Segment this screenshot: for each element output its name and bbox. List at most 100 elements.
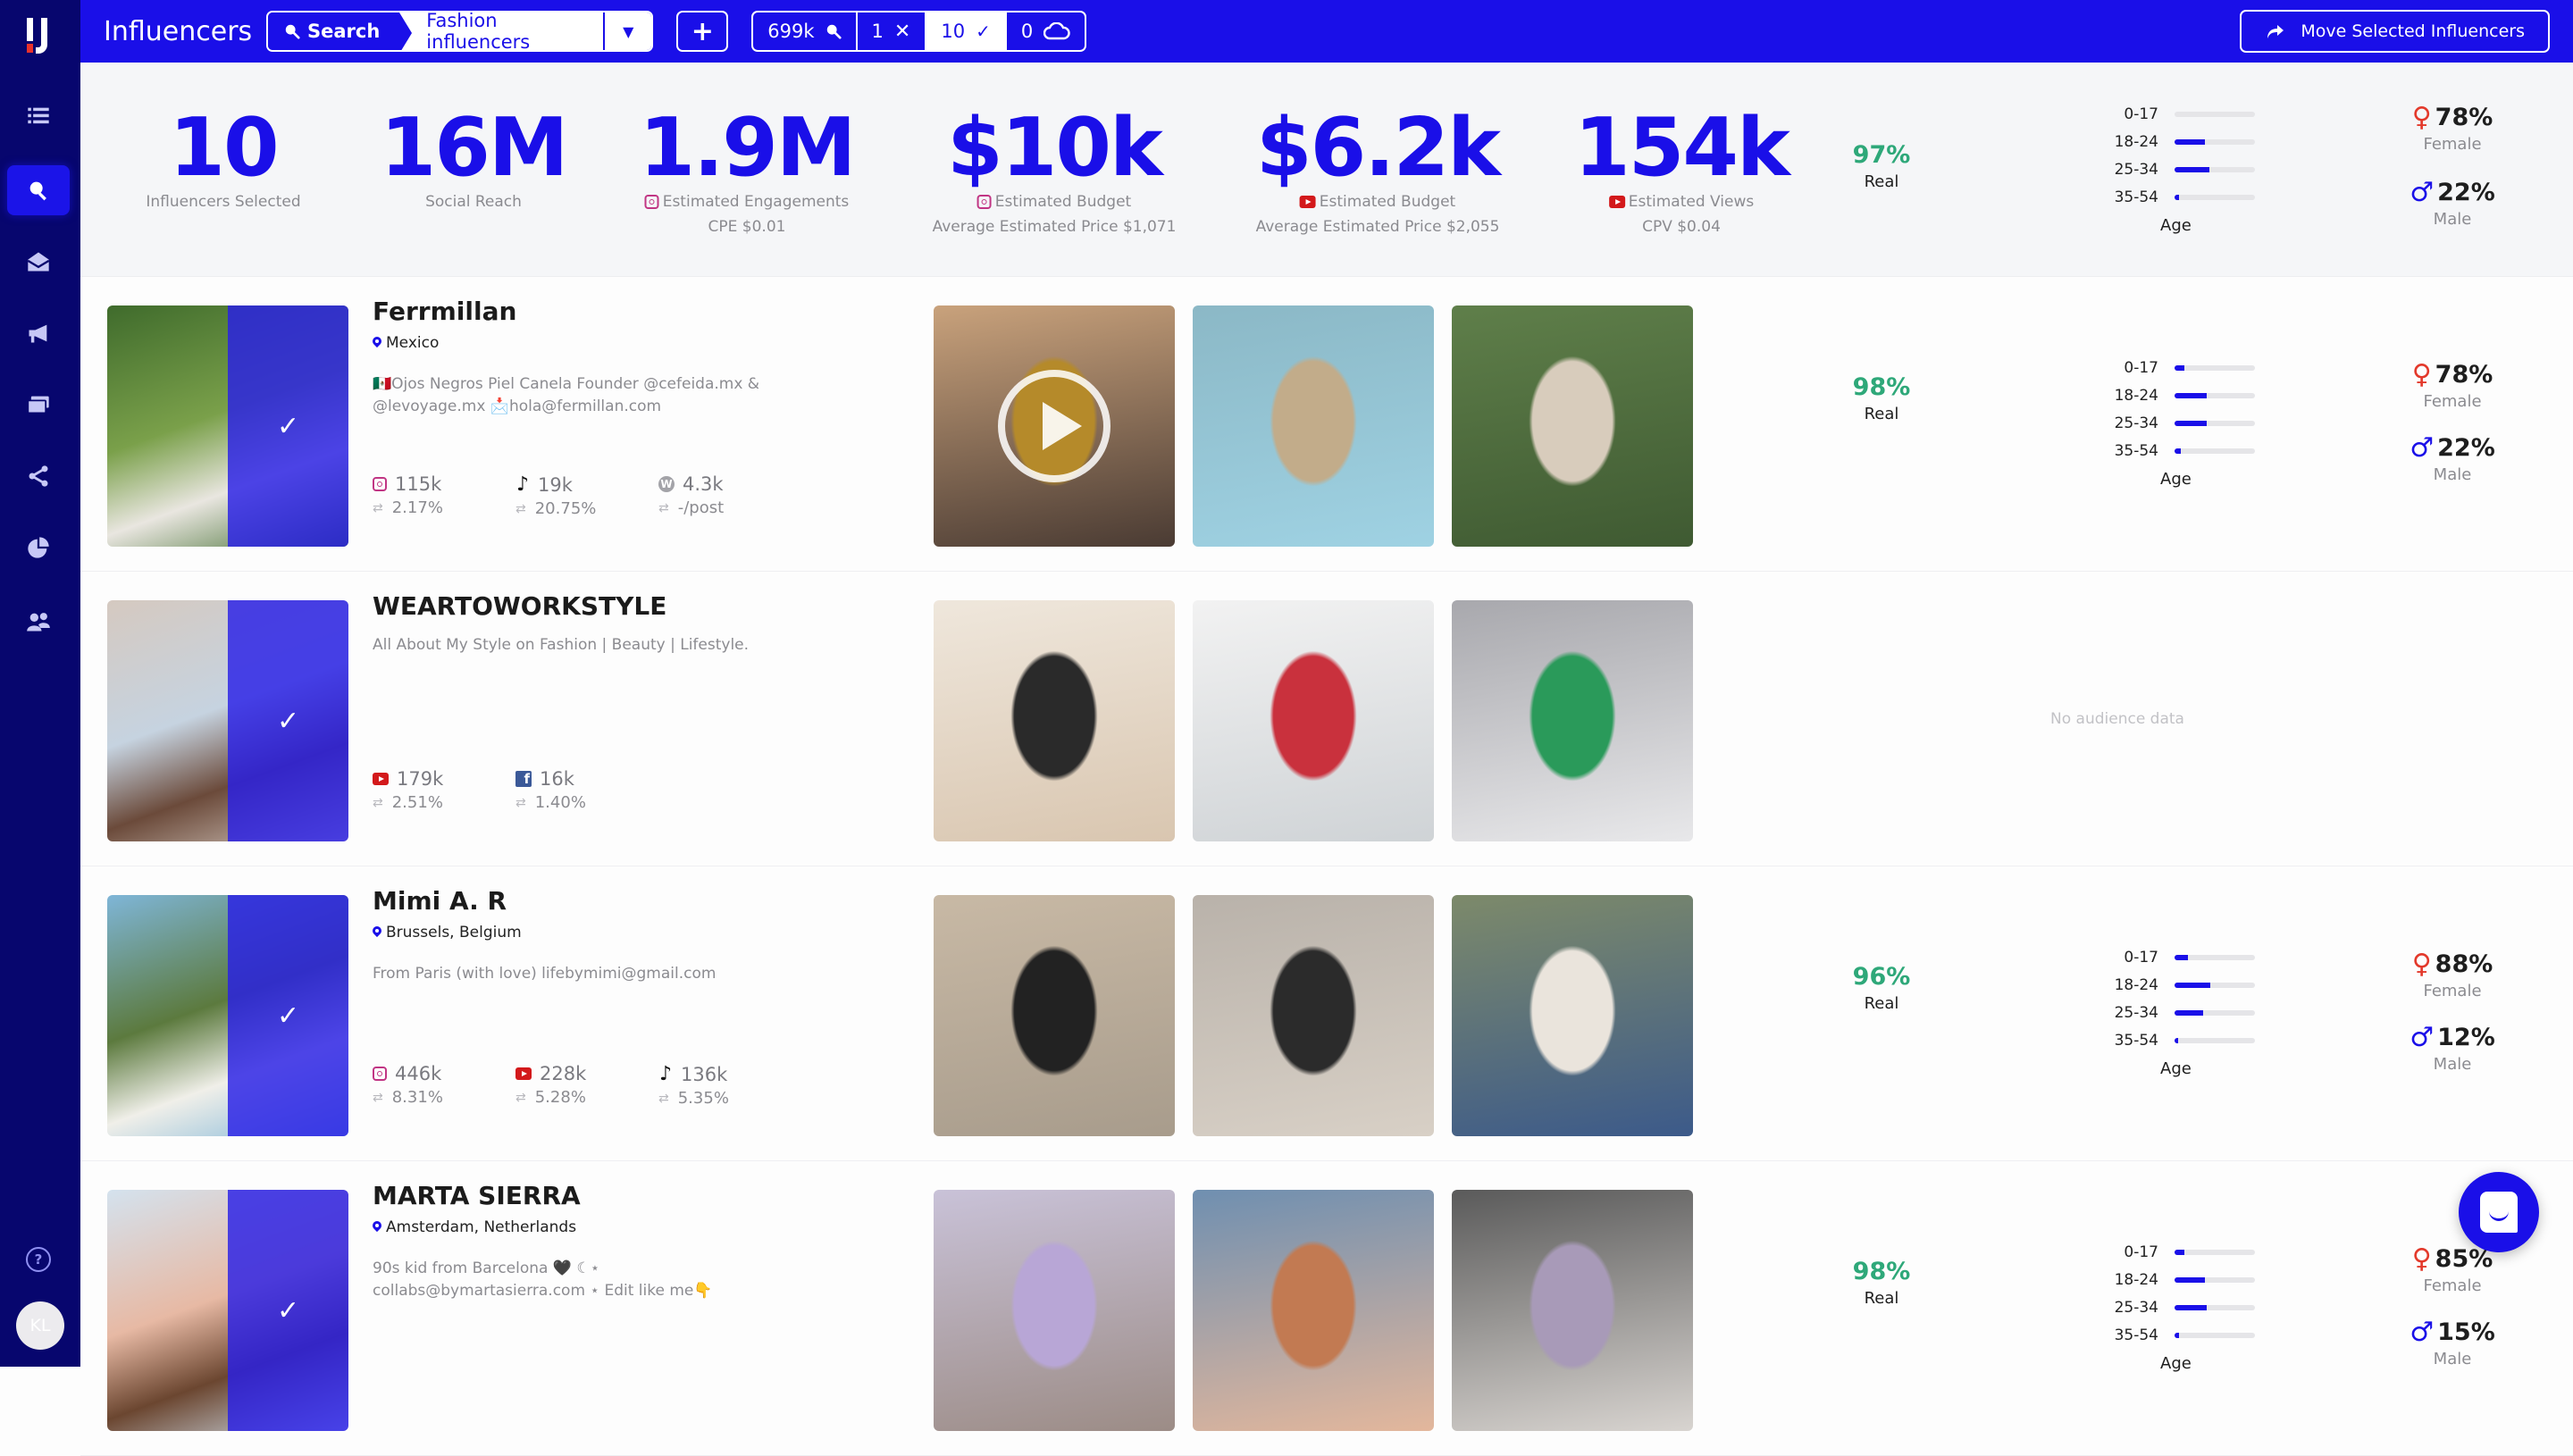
summary-female: ♀ 78% Female: [2412, 102, 2493, 154]
age-label: 35-54: [2114, 1031, 2158, 1050]
chat-button[interactable]: [2459, 1172, 2539, 1252]
social-stat-instagram[interactable]: 446k ⇄ 8.31%: [373, 1063, 515, 1108]
post-thumbnail[interactable]: [934, 600, 1175, 841]
age-row: 35-54: [2099, 1026, 2278, 1054]
results-counter[interactable]: 699k: [753, 13, 858, 50]
influencer-avatar-select[interactable]: ✓: [107, 305, 348, 547]
influencer-avatar-select[interactable]: ✓: [107, 600, 348, 841]
sidebar-item-search[interactable]: [7, 165, 70, 215]
stat-value: $10k: [947, 101, 1163, 195]
tiktok-icon: ♪: [658, 1063, 673, 1085]
selected-counter[interactable]: 10 ✓: [926, 13, 1007, 50]
saved-counter[interactable]: 0: [1007, 13, 1085, 50]
top-bar: Influencers Search Fashion influencers ▼…: [80, 0, 2573, 63]
post-thumbnail[interactable]: [1452, 600, 1693, 841]
cloud-icon: [1043, 22, 1070, 40]
age-row: 18-24: [2099, 381, 2278, 409]
age-row: 35-54: [2099, 1321, 2278, 1349]
age-title: Age: [2160, 216, 2192, 235]
search-button[interactable]: Search: [268, 13, 413, 50]
influencer-name[interactable]: Ferrmillan: [373, 297, 516, 326]
post-thumbnail[interactable]: [1452, 1190, 1693, 1431]
female-percentage: 78%: [2435, 361, 2493, 389]
post-thumbnail[interactable]: [1193, 1190, 1434, 1431]
add-search-button[interactable]: +: [676, 11, 729, 52]
location-pin-icon: [373, 926, 381, 939]
summary-stat: $10k Estimated Budget Average Estimated Pr…: [933, 101, 1177, 237]
stat-label: Social Reach: [425, 193, 522, 211]
social-stat-wordpress[interactable]: W 4.3k ⇄ -/post: [658, 473, 801, 518]
stat-label-row: Estimated Budget: [1256, 193, 1500, 211]
post-thumbnail[interactable]: [934, 895, 1175, 1136]
stat-value: 16M: [380, 101, 569, 195]
tiktok-icon: ♪: [515, 473, 530, 496]
rejected-counter[interactable]: 1 ✕: [858, 13, 927, 50]
male-label: Male: [2433, 465, 2472, 484]
location-text: Amsterdam, Netherlands: [386, 1218, 577, 1236]
post-thumbnail[interactable]: [1193, 895, 1434, 1136]
social-stat-instagram[interactable]: 115k ⇄ 2.17%: [373, 473, 515, 518]
male-icon: ♂: [2410, 177, 2435, 208]
app-logo[interactable]: [18, 14, 63, 59]
influencer-name[interactable]: WEARTOWORKSTYLE: [373, 591, 666, 621]
influencer-avatar-select[interactable]: ✓: [107, 895, 348, 1136]
post-thumbnail[interactable]: [1193, 305, 1434, 547]
post-thumbnail[interactable]: [1452, 305, 1693, 547]
followers-count: 136k: [681, 1063, 728, 1085]
female-share: ♀ 85% Female: [2412, 1243, 2493, 1295]
sidebar-item-share[interactable]: [7, 451, 70, 501]
age-label: 18-24: [2114, 1270, 2158, 1289]
sidebar-item-payments[interactable]: [7, 380, 70, 430]
user-avatar[interactable]: KL: [16, 1301, 64, 1350]
search-dropdown-button[interactable]: ▼: [605, 13, 652, 50]
sidebar-item-team[interactable]: [7, 597, 70, 647]
age-bar: [2175, 392, 2255, 398]
real-label: Real: [1864, 405, 1899, 423]
influencer-avatar-select[interactable]: ✓: [107, 1190, 348, 1431]
engagement-rate: 20.75%: [534, 499, 597, 518]
followers-count: 446k: [395, 1063, 442, 1084]
age-label: 18-24: [2114, 386, 2158, 405]
sidebar-item-inbox[interactable]: [7, 237, 70, 287]
search-icon: [285, 24, 300, 39]
recent-posts: [934, 305, 1693, 547]
help-button[interactable]: ?: [26, 1247, 51, 1272]
move-selected-button[interactable]: Move Selected Influencers: [2240, 10, 2550, 53]
sidebar-item-reports[interactable]: [7, 523, 70, 573]
social-stat-tiktok[interactable]: ♪ 19k ⇄ 20.75%: [515, 473, 658, 518]
influencer-row: ✓ Mimi A. R Brussels, Belgium From Paris (w…: [80, 866, 2573, 1161]
search-icon: [26, 178, 51, 203]
caret-down-icon: ▼: [623, 22, 634, 40]
post-thumbnail[interactable]: [934, 1190, 1175, 1431]
real-label: Real: [1864, 172, 1899, 191]
influencer-name[interactable]: Mimi A. R: [373, 886, 507, 916]
female-label: Female: [2423, 982, 2482, 1000]
wordpress-icon: W: [658, 476, 675, 492]
instagram-icon: [373, 1067, 387, 1081]
post-thumbnail[interactable]: [934, 305, 1175, 547]
social-stat-youtube[interactable]: 179k ⇄ 2.51%: [373, 768, 515, 812]
age-chart: 0-17 18-24 25-34 35-54 Age: [2099, 943, 2278, 1078]
youtube-icon: [1608, 196, 1625, 208]
influencer-row: ✓ MARTA SIERRA Amsterdam, Netherlands 90s k…: [80, 1161, 2573, 1456]
engagement-rate: 5.35%: [677, 1089, 729, 1108]
summary-male: ♂ 22% Male: [2410, 177, 2495, 229]
sidebar-item-lists[interactable]: [7, 91, 70, 141]
location-pin-icon: [373, 1221, 381, 1234]
sidebar-item-campaigns[interactable]: [7, 308, 70, 358]
influencer-name[interactable]: MARTA SIERRA: [373, 1181, 581, 1210]
female-percentage: 88%: [2435, 950, 2493, 978]
engagement-rate: 5.28%: [534, 1088, 586, 1107]
social-stat-youtube[interactable]: 228k ⇄ 5.28%: [515, 1063, 658, 1108]
influencer-location: Brussels, Belgium: [373, 924, 522, 941]
no-audience-message: No audience data: [2050, 710, 2184, 728]
post-thumbnail[interactable]: [1452, 895, 1693, 1136]
social-stat-tiktok[interactable]: ♪ 136k ⇄ 5.35%: [658, 1063, 801, 1108]
stat-label-row: Social Reach: [381, 193, 567, 211]
search-input[interactable]: Fashion influencers: [399, 13, 606, 50]
post-thumbnail[interactable]: [1193, 600, 1434, 841]
real-percentage: 96%: [1852, 963, 1911, 991]
age-row: 25-34: [2099, 409, 2278, 437]
age-bar-fill: [2175, 982, 2210, 988]
social-stat-facebook[interactable]: f 16k ⇄ 1.40%: [515, 768, 658, 812]
